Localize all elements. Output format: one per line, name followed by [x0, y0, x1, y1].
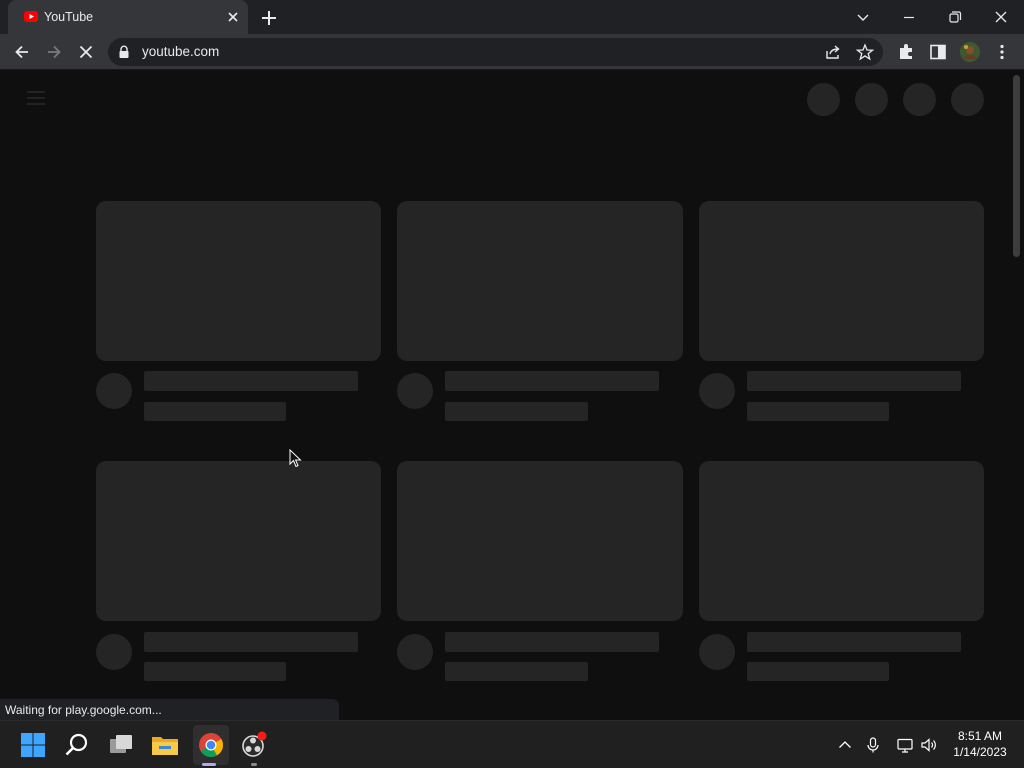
meta-line-placeholder — [445, 662, 588, 681]
microphone-icon[interactable] — [864, 736, 882, 754]
stop-loading-icon[interactable] — [76, 42, 96, 62]
meta-line-placeholder — [747, 662, 889, 681]
tab-youtube[interactable]: YouTube — [8, 0, 248, 34]
meta-line-placeholder — [144, 402, 286, 421]
share-icon[interactable] — [824, 43, 842, 61]
youtube-favicon-icon — [24, 11, 38, 22]
minimize-icon[interactable] — [896, 4, 922, 30]
back-icon[interactable] — [12, 42, 32, 62]
volume-icon[interactable] — [920, 736, 938, 754]
restore-icon[interactable] — [942, 4, 968, 30]
network-icon[interactable] — [896, 736, 914, 754]
show-hidden-icons-chevron-icon[interactable] — [836, 736, 854, 754]
channel-avatar-placeholder — [96, 634, 132, 670]
profile-avatar[interactable] — [959, 41, 981, 63]
lock-icon[interactable] — [118, 45, 130, 59]
header-icon-placeholder — [951, 83, 984, 116]
title-line-placeholder — [747, 371, 961, 391]
meta-line-placeholder — [144, 662, 286, 681]
title-line-placeholder — [747, 632, 961, 652]
video-thumbnail-placeholder — [397, 201, 683, 361]
video-thumbnail-placeholder — [397, 461, 683, 621]
bookmark-star-icon[interactable] — [856, 43, 874, 61]
header-icon-placeholder — [807, 83, 840, 116]
hamburger-menu-icon[interactable] — [26, 90, 46, 106]
close-window-icon[interactable] — [988, 4, 1014, 30]
browser-toolbar: youtube.com — [0, 34, 1024, 70]
extensions-icon[interactable] — [896, 42, 916, 62]
title-line-placeholder — [144, 632, 358, 652]
clock-time: 8:51 AM — [957, 729, 1003, 743]
scrollbar-thumb[interactable] — [1013, 75, 1020, 257]
meta-line-placeholder — [445, 402, 588, 421]
header-icon-placeholder — [903, 83, 936, 116]
title-line-placeholder — [445, 632, 659, 652]
url-text[interactable]: youtube.com — [142, 44, 219, 59]
status-bubble: Waiting for play.google.com... — [0, 699, 339, 720]
system-clock[interactable]: 8:51 AM 1/14/2023 — [940, 728, 1020, 760]
windows-taskbar: 8:51 AM 1/14/2023 — [0, 720, 1024, 768]
windows-start-icon[interactable] — [17, 729, 49, 761]
video-thumbnail-placeholder — [699, 201, 984, 361]
obs-studio-icon[interactable] — [238, 729, 270, 761]
search-icon[interactable] — [61, 729, 93, 761]
channel-avatar-placeholder — [397, 373, 433, 409]
title-line-placeholder — [144, 371, 358, 391]
address-bar[interactable]: youtube.com — [108, 38, 883, 66]
forward-icon[interactable] — [44, 42, 64, 62]
channel-avatar-placeholder — [96, 373, 132, 409]
running-app-indicator — [251, 763, 257, 766]
tab-search-chevron-icon[interactable] — [850, 4, 876, 30]
channel-avatar-placeholder — [699, 373, 735, 409]
page-viewport — [0, 71, 1024, 719]
channel-avatar-placeholder — [699, 634, 735, 670]
channel-avatar-placeholder — [397, 634, 433, 670]
tab-strip: YouTube — [0, 0, 1024, 34]
task-view-icon[interactable] — [105, 729, 137, 761]
video-thumbnail-placeholder — [699, 461, 984, 621]
meta-line-placeholder — [747, 402, 889, 421]
video-thumbnail-placeholder — [96, 461, 381, 621]
header-icon-placeholder — [855, 83, 888, 116]
tab-close-icon[interactable] — [224, 8, 242, 26]
video-thumbnail-placeholder — [96, 201, 381, 361]
new-tab-icon[interactable] — [258, 7, 280, 29]
chrome-menu-icon[interactable] — [994, 42, 1010, 62]
title-line-placeholder — [445, 371, 659, 391]
active-app-indicator — [202, 763, 216, 766]
clock-date: 1/14/2023 — [953, 745, 1007, 759]
side-panel-icon[interactable] — [928, 42, 948, 62]
chrome-icon[interactable] — [195, 729, 227, 761]
tab-title: YouTube — [44, 10, 94, 24]
mouse-cursor-icon — [289, 449, 302, 468]
file-explorer-icon[interactable] — [149, 729, 181, 761]
